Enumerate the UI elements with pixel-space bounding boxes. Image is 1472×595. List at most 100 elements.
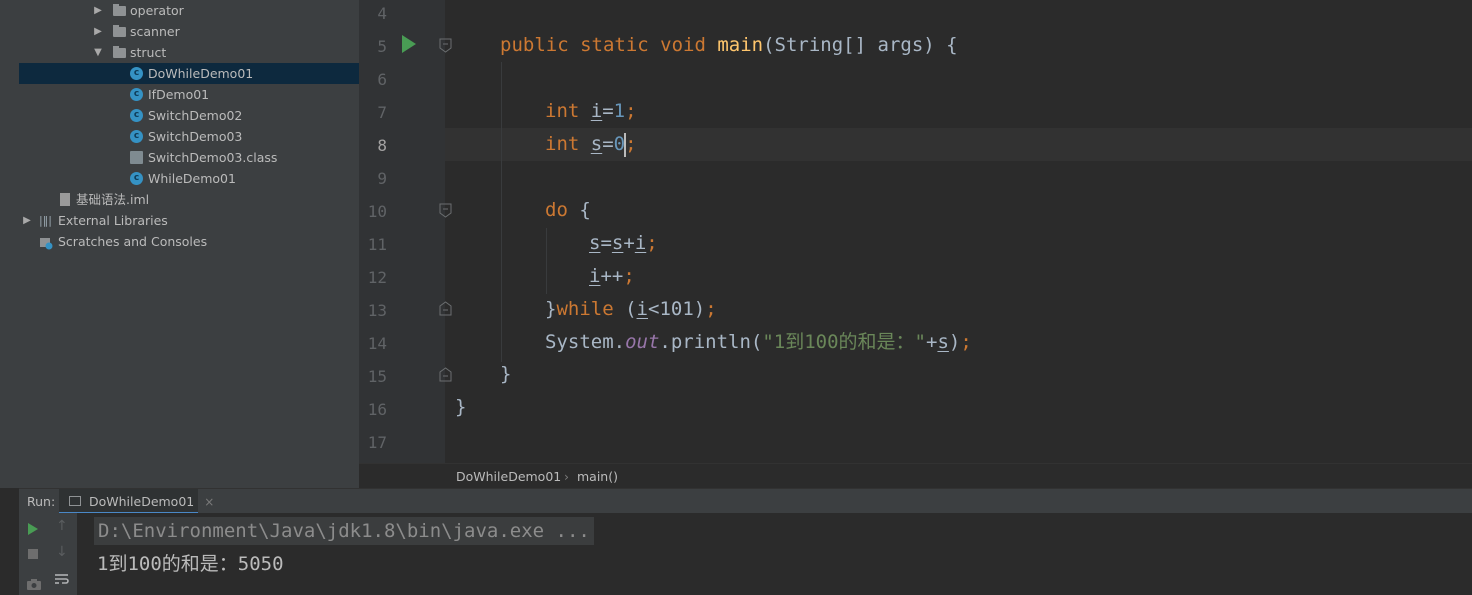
tree-item-switchdemo03-class[interactable]: SwitchDemo03.class [19,147,359,168]
breadcrumb-separator: › [564,469,569,484]
line-number: 9 [377,169,387,188]
tree-item-label: scanner [130,24,180,39]
collapse-arrow-icon[interactable]: ▼ [93,42,103,63]
tree-item-switchdemo03[interactable]: c SwitchDemo03 [19,126,359,147]
code-line-7[interactable]: int i=1; [545,95,637,128]
tree-item-ifdemo01[interactable]: c IfDemo01 [19,84,359,105]
code-variable: i [589,265,601,287]
indent-guide [546,228,547,294]
code-brace: { [579,199,591,221]
code-number: 1 [613,100,626,122]
code-operator: = [602,133,614,155]
tree-item-label: struct [130,45,167,60]
fold-icon[interactable] [438,38,453,53]
line-number: 17 [367,433,387,452]
code-keyword: do [545,199,580,221]
line-number: 5 [377,37,387,56]
tree-item-label: SwitchDemo03.class [148,150,278,165]
editor-gutter: 4 5 6 7 8 9 10 11 12 13 14 15 16 17 [359,0,452,463]
tree-item-label: SwitchDemo02 [148,108,243,123]
code-string: "1到100的和是：" [762,331,926,353]
code-variable: i [590,100,603,122]
code-line-5[interactable]: public static void main(String[] args) { [500,29,958,62]
close-icon[interactable]: × [204,495,214,509]
code-line-12[interactable]: i++; [589,260,635,293]
folder-icon [113,25,126,37]
run-gutter-icon[interactable] [402,35,416,53]
code-semicolon: ; [625,133,637,155]
folder-icon [113,46,126,58]
line-number: 11 [367,235,387,254]
code-line-14[interactable]: System.out.println("1到100的和是："+s); [545,326,972,359]
tree-item-label: operator [130,3,184,18]
code-line-13[interactable]: }while (i<101); [545,293,717,326]
line-number: 15 [367,367,387,386]
left-tool-strip [0,0,20,488]
run-label: Run: [27,494,56,509]
tree-item-scanner[interactable]: ▶ scanner [19,21,359,42]
line-number: 8 [377,136,387,155]
tree-item-label: Scratches and Consoles [58,234,208,249]
code-paren: ) [948,331,961,353]
expand-arrow-icon[interactable]: ▶ [22,210,32,231]
fold-end-icon[interactable] [438,301,453,316]
fold-end-icon[interactable] [438,367,453,382]
console-command-line[interactable]: D:\Environment\Java\jdk1.8\bin\java.exe … [94,517,594,545]
code-line-15[interactable]: } [500,358,511,391]
line-number: 13 [367,301,387,320]
tree-item-struct[interactable]: ▼ struct [19,42,359,63]
code-line-16[interactable]: } [455,391,466,424]
tree-item-scratches[interactable]: Scratches and Consoles [19,231,359,252]
java-class-icon: c [130,88,143,101]
tree-item-operator[interactable]: ▶ operator [19,0,359,21]
tree-item-whiledemo01[interactable]: c WhileDemo01 [19,168,359,189]
code-brace: } [500,363,512,385]
run-tool-window-header: Run: DoWhileDemo01 × [19,488,1472,514]
run-tab-dowhiledemo01[interactable]: DoWhileDemo01 × [59,489,214,514]
code-line-11[interactable]: s=s+i; [589,227,658,260]
java-class-icon: c [130,172,143,185]
code-operator: + [926,331,938,353]
code-variable: s [590,133,603,155]
rerun-icon[interactable] [28,523,38,535]
expand-arrow-icon[interactable]: ▶ [93,21,103,42]
class-file-icon [130,151,143,164]
tree-item-label: DoWhileDemo01 [148,66,254,81]
code-operator: ++ [600,265,624,287]
tree-item-label: WhileDemo01 [148,171,236,186]
java-class-icon: c [130,109,143,122]
arrow-down-icon[interactable]: ↓ [56,544,68,560]
expand-arrow-icon[interactable]: ▶ [93,0,103,21]
code-static-field: out [625,331,660,353]
tree-item-switchdemo02[interactable]: c SwitchDemo02 [19,105,359,126]
tree-item-label: SwitchDemo03 [148,129,243,144]
tree-item-dowhiledemo01[interactable]: c DoWhileDemo01 [19,63,359,84]
code-brace: } [545,298,557,320]
code-paren: ( [625,298,637,320]
code-line-10[interactable]: do { [545,194,591,227]
line-number: 10 [367,202,387,221]
line-number: 4 [377,4,387,23]
library-icon: |‖| [39,214,52,227]
code-operator: = [600,232,612,254]
code-editor[interactable]: 4 5 6 7 8 9 10 11 12 13 14 15 16 17 publ… [359,0,1472,463]
fold-icon[interactable] [438,203,453,218]
run-console[interactable]: D:\Environment\Java\jdk1.8\bin\java.exe … [77,513,1472,595]
console-output-line: 1到100的和是：5050 [97,553,284,575]
tree-item-iml-file[interactable]: 基础语法.iml [19,189,359,210]
tree-item-label: 基础语法.iml [76,192,150,207]
breadcrumb-class[interactable]: DoWhileDemo01 [456,469,561,484]
code-variable: i [636,298,648,320]
run-tab-label: DoWhileDemo01 [89,494,195,509]
soft-wrap-icon[interactable] [54,571,70,590]
stop-icon[interactable] [28,549,38,559]
arrow-up-icon[interactable]: ↑ [56,518,68,534]
breadcrumb-method[interactable]: main() [577,469,618,484]
editor-breadcrumb: DoWhileDemo01 › main() [359,463,1472,489]
code-line-8[interactable]: int s=0; [545,128,637,161]
tree-item-external-libraries[interactable]: ▶ |‖| External Libraries [19,210,359,231]
module-file-icon [60,193,70,206]
camera-icon[interactable] [27,575,41,594]
code-keyword: public static void [500,34,718,56]
line-number: 12 [367,268,387,287]
